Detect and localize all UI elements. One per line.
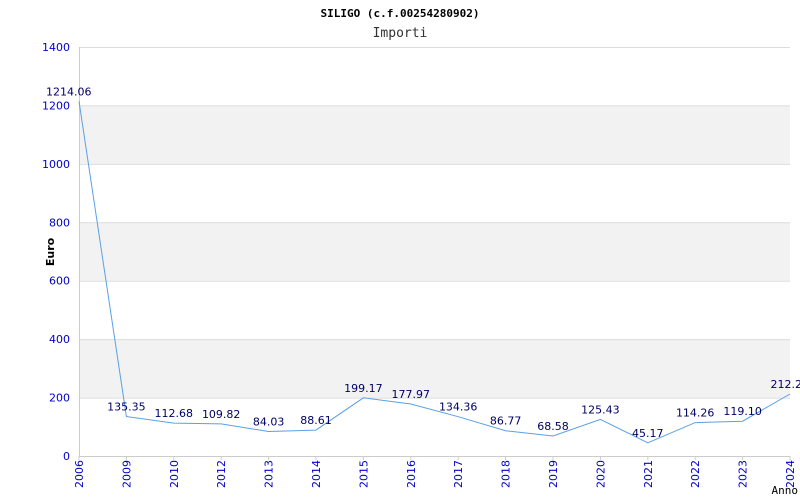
data-label: 212.2 bbox=[771, 378, 800, 391]
data-label: 177.97 bbox=[392, 388, 431, 401]
data-label: 114.26 bbox=[676, 407, 715, 420]
data-label: 119.10 bbox=[723, 405, 762, 418]
y-tick-label: 1400 bbox=[42, 41, 70, 54]
y-tick-label: 800 bbox=[49, 216, 70, 229]
y-tick-label: 600 bbox=[49, 275, 70, 288]
x-tick-label: 2010 bbox=[168, 460, 181, 488]
data-label: 1214.06 bbox=[46, 85, 92, 98]
x-tick-label: 2012 bbox=[215, 460, 228, 488]
data-label: 45.17 bbox=[632, 427, 664, 440]
data-label: 112.68 bbox=[155, 407, 194, 420]
data-label: 134.36 bbox=[439, 401, 478, 414]
y-tick-label: 200 bbox=[49, 392, 70, 405]
data-label: 109.82 bbox=[202, 408, 241, 421]
x-tick-label: 2006 bbox=[73, 460, 86, 488]
x-tick-label: 2009 bbox=[120, 460, 133, 488]
y-axis-label: Euro bbox=[44, 237, 57, 266]
chart-title: SILIGO (c.f.00254280902) bbox=[321, 7, 480, 20]
grid-band bbox=[79, 339, 790, 398]
line-chart: SILIGO (c.f.00254280902) Importi 0 200 400… bbox=[42, 7, 800, 497]
data-label: 68.58 bbox=[537, 420, 569, 433]
x-axis-label: Anno bbox=[772, 484, 799, 497]
data-label: 135.35 bbox=[107, 400, 146, 413]
x-tick-label: 2022 bbox=[689, 460, 702, 488]
y-tick-label: 0 bbox=[63, 450, 70, 463]
data-label: 199.17 bbox=[344, 382, 383, 395]
grid-bands bbox=[79, 105, 790, 398]
x-tick-label: 2019 bbox=[547, 460, 560, 488]
x-tick-label: 2021 bbox=[642, 460, 655, 488]
y-tick-label: 1000 bbox=[42, 158, 70, 171]
x-tick-label: 2013 bbox=[263, 460, 276, 488]
y-tick-label: 400 bbox=[49, 333, 70, 346]
grid-band bbox=[79, 105, 790, 164]
x-tick-label: 2016 bbox=[405, 460, 418, 488]
data-label: 86.77 bbox=[490, 415, 522, 428]
grid-band bbox=[79, 222, 790, 281]
data-label: 88.61 bbox=[300, 414, 332, 427]
x-tick-label: 2014 bbox=[310, 460, 323, 488]
x-tick-label: 2023 bbox=[737, 460, 750, 488]
y-tick-label: 1200 bbox=[42, 99, 70, 112]
data-label: 84.03 bbox=[253, 415, 285, 428]
x-tick-label: 2015 bbox=[357, 460, 370, 488]
x-tick-label: 2018 bbox=[500, 460, 513, 488]
data-label: 125.43 bbox=[581, 403, 620, 416]
chart-subtitle: Importi bbox=[373, 26, 428, 41]
x-axis-ticks: 2006 2009 2010 2012 2013 2014 2015 2016 2017 2018… bbox=[73, 456, 797, 488]
x-tick-label: 2017 bbox=[452, 460, 465, 488]
x-tick-label: 2020 bbox=[594, 460, 607, 488]
